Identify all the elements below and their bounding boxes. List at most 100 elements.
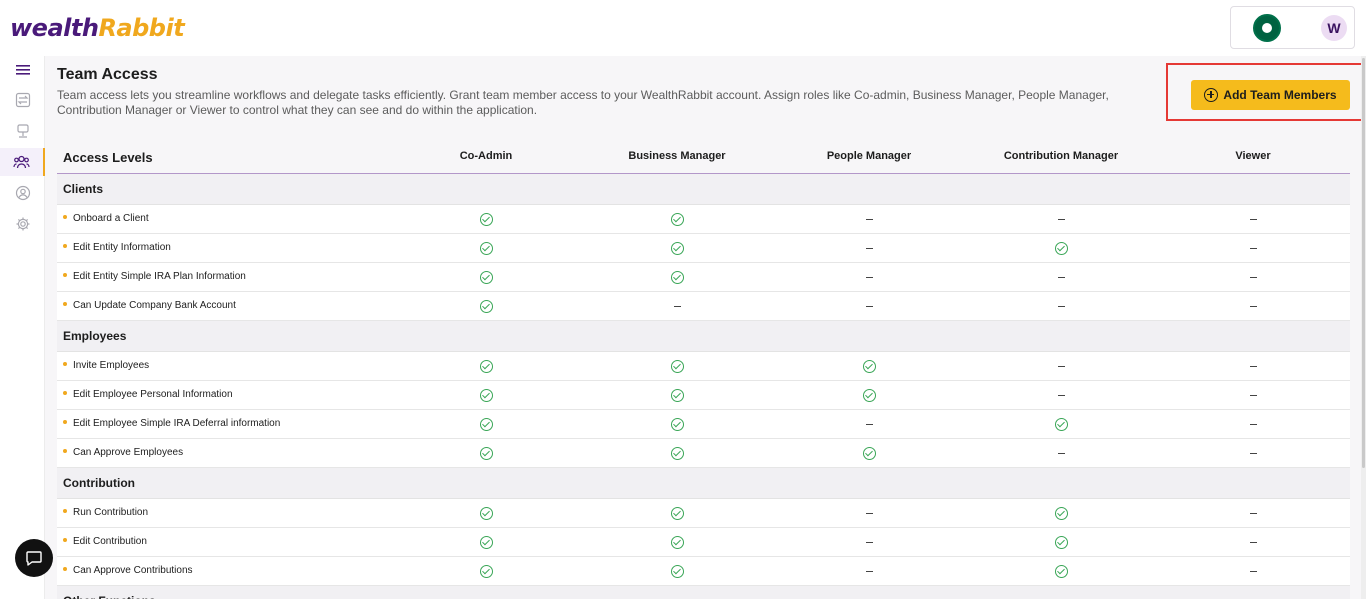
- page-description: Team access lets you streamline workflow…: [57, 88, 1109, 117]
- sidebar-item-settings[interactable]: [0, 210, 45, 238]
- check-circle-icon: [1054, 417, 1068, 431]
- permission-label: Can Update Company Bank Account: [63, 300, 236, 311]
- permission-label: Onboard a Client: [63, 213, 149, 224]
- permission-cell: [961, 499, 1161, 527]
- permission-cell: [386, 381, 586, 409]
- permission-cell: [577, 292, 777, 320]
- dash-icon: [1249, 365, 1257, 367]
- user-icon: [15, 185, 30, 201]
- table-row: Can Approve Employees: [57, 439, 1350, 468]
- sidebar-item-profile[interactable]: [0, 179, 45, 207]
- permission-cell: [961, 205, 1161, 233]
- dash-icon: [1249, 541, 1257, 543]
- permission-cell: [577, 410, 777, 438]
- company-logo-icon: [1253, 14, 1281, 42]
- check-circle-icon: [670, 417, 684, 431]
- check-circle-icon: [479, 212, 493, 226]
- permission-label: Edit Contribution: [63, 536, 147, 547]
- dash-icon: [1057, 276, 1065, 278]
- check-circle-icon: [670, 535, 684, 549]
- permission-cell: [1153, 292, 1353, 320]
- page-title: Team Access: [57, 66, 158, 83]
- role-header: Business Manager: [628, 150, 726, 162]
- permission-cell: [386, 439, 586, 467]
- permission-cell: [1153, 352, 1353, 380]
- check-circle-icon: [670, 446, 684, 460]
- table-row: Edit Employee Simple IRA Deferral inform…: [57, 410, 1350, 439]
- permission-label: Invite Employees: [63, 360, 149, 371]
- permission-cell: [769, 499, 969, 527]
- scrollbar-thumb[interactable]: [1362, 58, 1365, 468]
- permission-label: Edit Employee Personal Information: [63, 389, 233, 400]
- permission-cell: [769, 381, 969, 409]
- gear-icon: [16, 217, 29, 231]
- dash-icon: [1249, 247, 1257, 249]
- check-circle-icon: [1054, 506, 1068, 520]
- permission-cell: [577, 439, 777, 467]
- sidebar-item-contributions[interactable]: [0, 117, 45, 145]
- table-body: Clients Onboard a Client Edit Entity Infor…: [57, 174, 1350, 599]
- user-avatar[interactable]: W: [1321, 15, 1347, 41]
- permission-cell: [1153, 410, 1353, 438]
- permission-cell: [961, 234, 1161, 262]
- table-row: Edit Entity Simple IRA Plan Information: [57, 263, 1350, 292]
- permission-cell: [1153, 557, 1353, 585]
- permission-cell: [961, 439, 1161, 467]
- transfer-icon: [15, 92, 30, 108]
- permission-cell: [961, 557, 1161, 585]
- check-circle-icon: [479, 564, 493, 578]
- chat-icon: [26, 551, 42, 566]
- wealthrabbit-logo[interactable]: wealthRabbit: [10, 14, 185, 42]
- permission-label: Run Contribution: [63, 507, 148, 518]
- permission-cell: [1153, 381, 1353, 409]
- permission-cell: [386, 557, 586, 585]
- permission-cell: [961, 381, 1161, 409]
- hamburger-menu-icon[interactable]: [0, 56, 45, 84]
- dash-icon: [1057, 394, 1065, 396]
- sidebar-item-team-access[interactable]: [0, 148, 45, 176]
- dash-icon: [865, 218, 873, 220]
- permission-cell: [1153, 439, 1353, 467]
- permission-label: Edit Entity Simple IRA Plan Information: [63, 271, 246, 282]
- table-row: Invite Employees: [57, 352, 1350, 381]
- dash-icon: [865, 247, 873, 249]
- permission-cell: [1153, 499, 1353, 527]
- permission-cell: [961, 528, 1161, 556]
- permission-cell: [1153, 234, 1353, 262]
- check-circle-icon: [1054, 564, 1068, 578]
- permission-cell: [577, 499, 777, 527]
- permission-cell: [961, 292, 1161, 320]
- account-switcher[interactable]: W: [1230, 6, 1355, 49]
- check-circle-icon: [479, 270, 493, 284]
- check-circle-icon: [670, 359, 684, 373]
- check-circle-icon: [479, 388, 493, 402]
- add-team-members-button[interactable]: Add Team Members: [1191, 80, 1350, 110]
- table-header: Access Levels Co-Admin Business Manager Pe…: [57, 140, 1350, 174]
- chat-button[interactable]: [15, 539, 53, 577]
- logo-text-wealth: wealth: [10, 14, 99, 42]
- section-title: Clients: [63, 182, 104, 196]
- section-title: Contribution: [63, 476, 135, 490]
- permission-cell: [769, 352, 969, 380]
- permission-cell: [577, 205, 777, 233]
- check-circle-icon: [479, 417, 493, 431]
- permission-label: Edit Employee Simple IRA Deferral inform…: [63, 418, 280, 429]
- check-circle-icon: [479, 299, 493, 313]
- check-circle-icon: [862, 388, 876, 402]
- dash-icon: [673, 305, 681, 307]
- check-circle-icon: [1054, 241, 1068, 255]
- check-circle-icon: [670, 506, 684, 520]
- role-header: People Manager: [826, 150, 912, 162]
- dash-icon: [1057, 365, 1065, 367]
- sidebar-item-transfers[interactable]: [0, 86, 45, 114]
- permission-cell: [769, 263, 969, 291]
- check-circle-icon: [862, 446, 876, 460]
- permission-cell: [577, 352, 777, 380]
- permission-cell: [577, 234, 777, 262]
- table-row: Edit Employee Personal Information: [57, 381, 1350, 410]
- dash-icon: [1249, 276, 1257, 278]
- dash-icon: [1249, 423, 1257, 425]
- section-header: Clients: [57, 174, 1350, 205]
- top-bar: wealthRabbit W: [0, 0, 1366, 56]
- dash-icon: [1249, 218, 1257, 220]
